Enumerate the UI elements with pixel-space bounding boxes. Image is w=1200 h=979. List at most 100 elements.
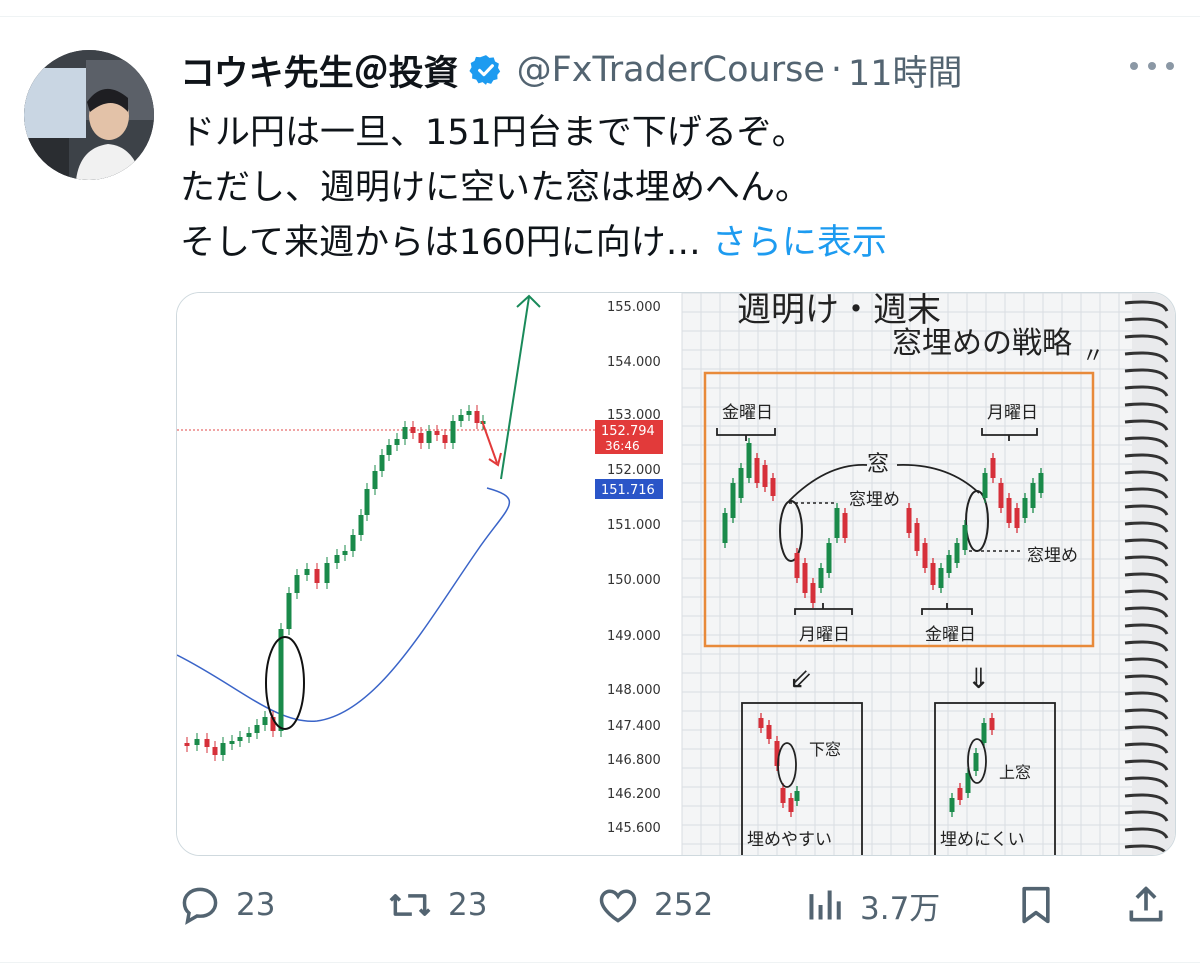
label-gap-up: 上窓 <box>999 763 1031 782</box>
price-tick-label: 146.200 <box>607 787 661 802</box>
candle-body <box>350 535 356 551</box>
price-tick-label: 146.800 <box>607 753 661 768</box>
tweet-actions: 23 23 252 3.7万 <box>176 880 1176 930</box>
label-hard-fill: 埋めにくい <box>940 830 1025 850</box>
label-gap-down: 下窓 <box>809 740 841 759</box>
candle-body <box>194 739 200 745</box>
candle-body <box>442 435 448 443</box>
share-button[interactable] <box>1124 880 1168 930</box>
candle-body <box>334 555 340 563</box>
candle-body <box>418 433 424 443</box>
candle-body <box>450 421 456 443</box>
reply-icon <box>182 887 218 925</box>
candle-body <box>364 489 370 515</box>
image-canvas: 155.000154.000153.000152.000151.000150.0… <box>177 293 1175 855</box>
price-tick-label: 145.600 <box>607 821 661 836</box>
user-handle[interactable]: @FxTraderCourse <box>517 50 825 90</box>
candle-body <box>212 747 218 755</box>
candle-body <box>184 743 190 746</box>
retweet-icon <box>389 894 431 916</box>
timestamp[interactable]: 11時間 <box>848 45 963 96</box>
candle-body <box>278 629 284 731</box>
candle-body <box>402 427 408 439</box>
candle-body <box>254 725 260 733</box>
candle-body <box>458 415 464 421</box>
avatar[interactable] <box>24 50 154 180</box>
bookmark-button[interactable] <box>1016 880 1056 930</box>
price-tick-label: 148.000 <box>607 683 661 698</box>
title-quote-mark: 〃 <box>1082 344 1104 369</box>
candle-body <box>386 445 392 455</box>
price-tick-label: 152.000 <box>607 463 661 478</box>
avatar-photo <box>24 50 154 180</box>
like-count: 252 <box>654 887 714 923</box>
notebook-title-1: 週明け・週末 <box>737 293 941 330</box>
reply-button[interactable]: 23 <box>178 880 275 930</box>
bottom-divider <box>0 962 1200 963</box>
arrow-down-right-icon: ⇓ <box>967 662 990 695</box>
views-chart-icon <box>809 890 841 920</box>
label-window: 窓 <box>867 452 889 477</box>
candle-body <box>229 741 235 744</box>
candle-body <box>342 551 348 555</box>
top-divider <box>0 16 1200 17</box>
show-more-link[interactable]: さらに表示 <box>712 223 887 263</box>
candle-body <box>372 471 378 489</box>
retweet-button[interactable]: 23 <box>386 880 487 930</box>
reply-count: 23 <box>236 887 276 923</box>
countdown-label: 36:46 <box>605 439 640 453</box>
label-fill-left: 窓埋め <box>849 490 900 510</box>
candle-body <box>286 593 292 629</box>
tweet-line-3-text: そして来週からは160円に向け… <box>180 223 701 263</box>
label-monday: 月曜日 <box>987 403 1038 423</box>
tweet-line-2: ただし、週明けに空いた窓は埋めへん。 <box>180 168 811 208</box>
label-friday-bottom: 金曜日 <box>925 625 976 645</box>
tweet-image[interactable]: 155.000 154.000 153.000 152.000 151.000 150.0… <box>176 292 1176 856</box>
candle-body <box>474 411 480 423</box>
price-tick-label: 147.400 <box>607 719 661 734</box>
label-monday-bottom: 月曜日 <box>799 625 850 645</box>
views-button[interactable]: 3.7万 <box>806 880 940 930</box>
tweet-header: コウキ先生＠投資 @FxTraderCourse · 11時間 <box>180 48 963 94</box>
price-tick-label: 154.000 <box>607 355 661 370</box>
candle-body <box>426 431 432 443</box>
candle-body <box>246 733 252 737</box>
label-fill-right: 窓埋め <box>1027 546 1078 566</box>
candle-body <box>410 427 416 433</box>
price-tick-label: 149.000 <box>607 629 661 644</box>
tweet-line-3: そして来週からは160円に向け… さらに表示 <box>180 216 887 271</box>
candle-body <box>379 455 385 471</box>
label-friday: 金曜日 <box>722 403 773 423</box>
candle-body <box>324 563 330 583</box>
candle-body <box>262 717 268 725</box>
tweet-text: ドル円は一旦、151円台まで下げるぞ。 ただし、週明けに空いた窓は埋めへん。 そ… <box>180 106 887 271</box>
arrow-down-left-icon: ⇙ <box>789 662 812 695</box>
candle-body <box>204 739 210 747</box>
candle-body <box>237 737 243 741</box>
price-tick-label: 151.000 <box>607 518 661 533</box>
candle-body <box>294 575 300 593</box>
like-button[interactable]: 252 <box>596 880 713 930</box>
price-tick-label: 155.000 <box>607 300 661 315</box>
share-icon <box>1129 886 1163 922</box>
ma-price-label: 151.716 <box>601 483 655 498</box>
retweet-count: 23 <box>448 887 488 923</box>
label-easy-fill: 埋めやすい <box>747 830 832 850</box>
current-price-label: 152.794 <box>601 424 655 439</box>
candle-body <box>314 569 320 583</box>
candle-body <box>304 569 310 575</box>
views-count: 3.7万 <box>860 890 941 927</box>
display-name[interactable]: コウキ先生＠投資 <box>180 45 459 96</box>
candle-body <box>394 439 400 445</box>
more-options-icon[interactable] <box>1130 62 1174 78</box>
candle-body <box>434 431 440 435</box>
price-tick-label: 150.000 <box>607 573 661 588</box>
verified-badge-icon <box>469 55 500 85</box>
candle-body <box>220 743 226 755</box>
heart-icon <box>599 889 637 923</box>
candle-body <box>358 515 364 535</box>
candle-body <box>466 411 472 415</box>
notebook-title-2: 窓埋めの戦略 <box>892 326 1072 361</box>
tweet-line-1: ドル円は一旦、151円台まで下げるぞ。 <box>180 113 807 153</box>
separator-dot: · <box>830 50 842 90</box>
